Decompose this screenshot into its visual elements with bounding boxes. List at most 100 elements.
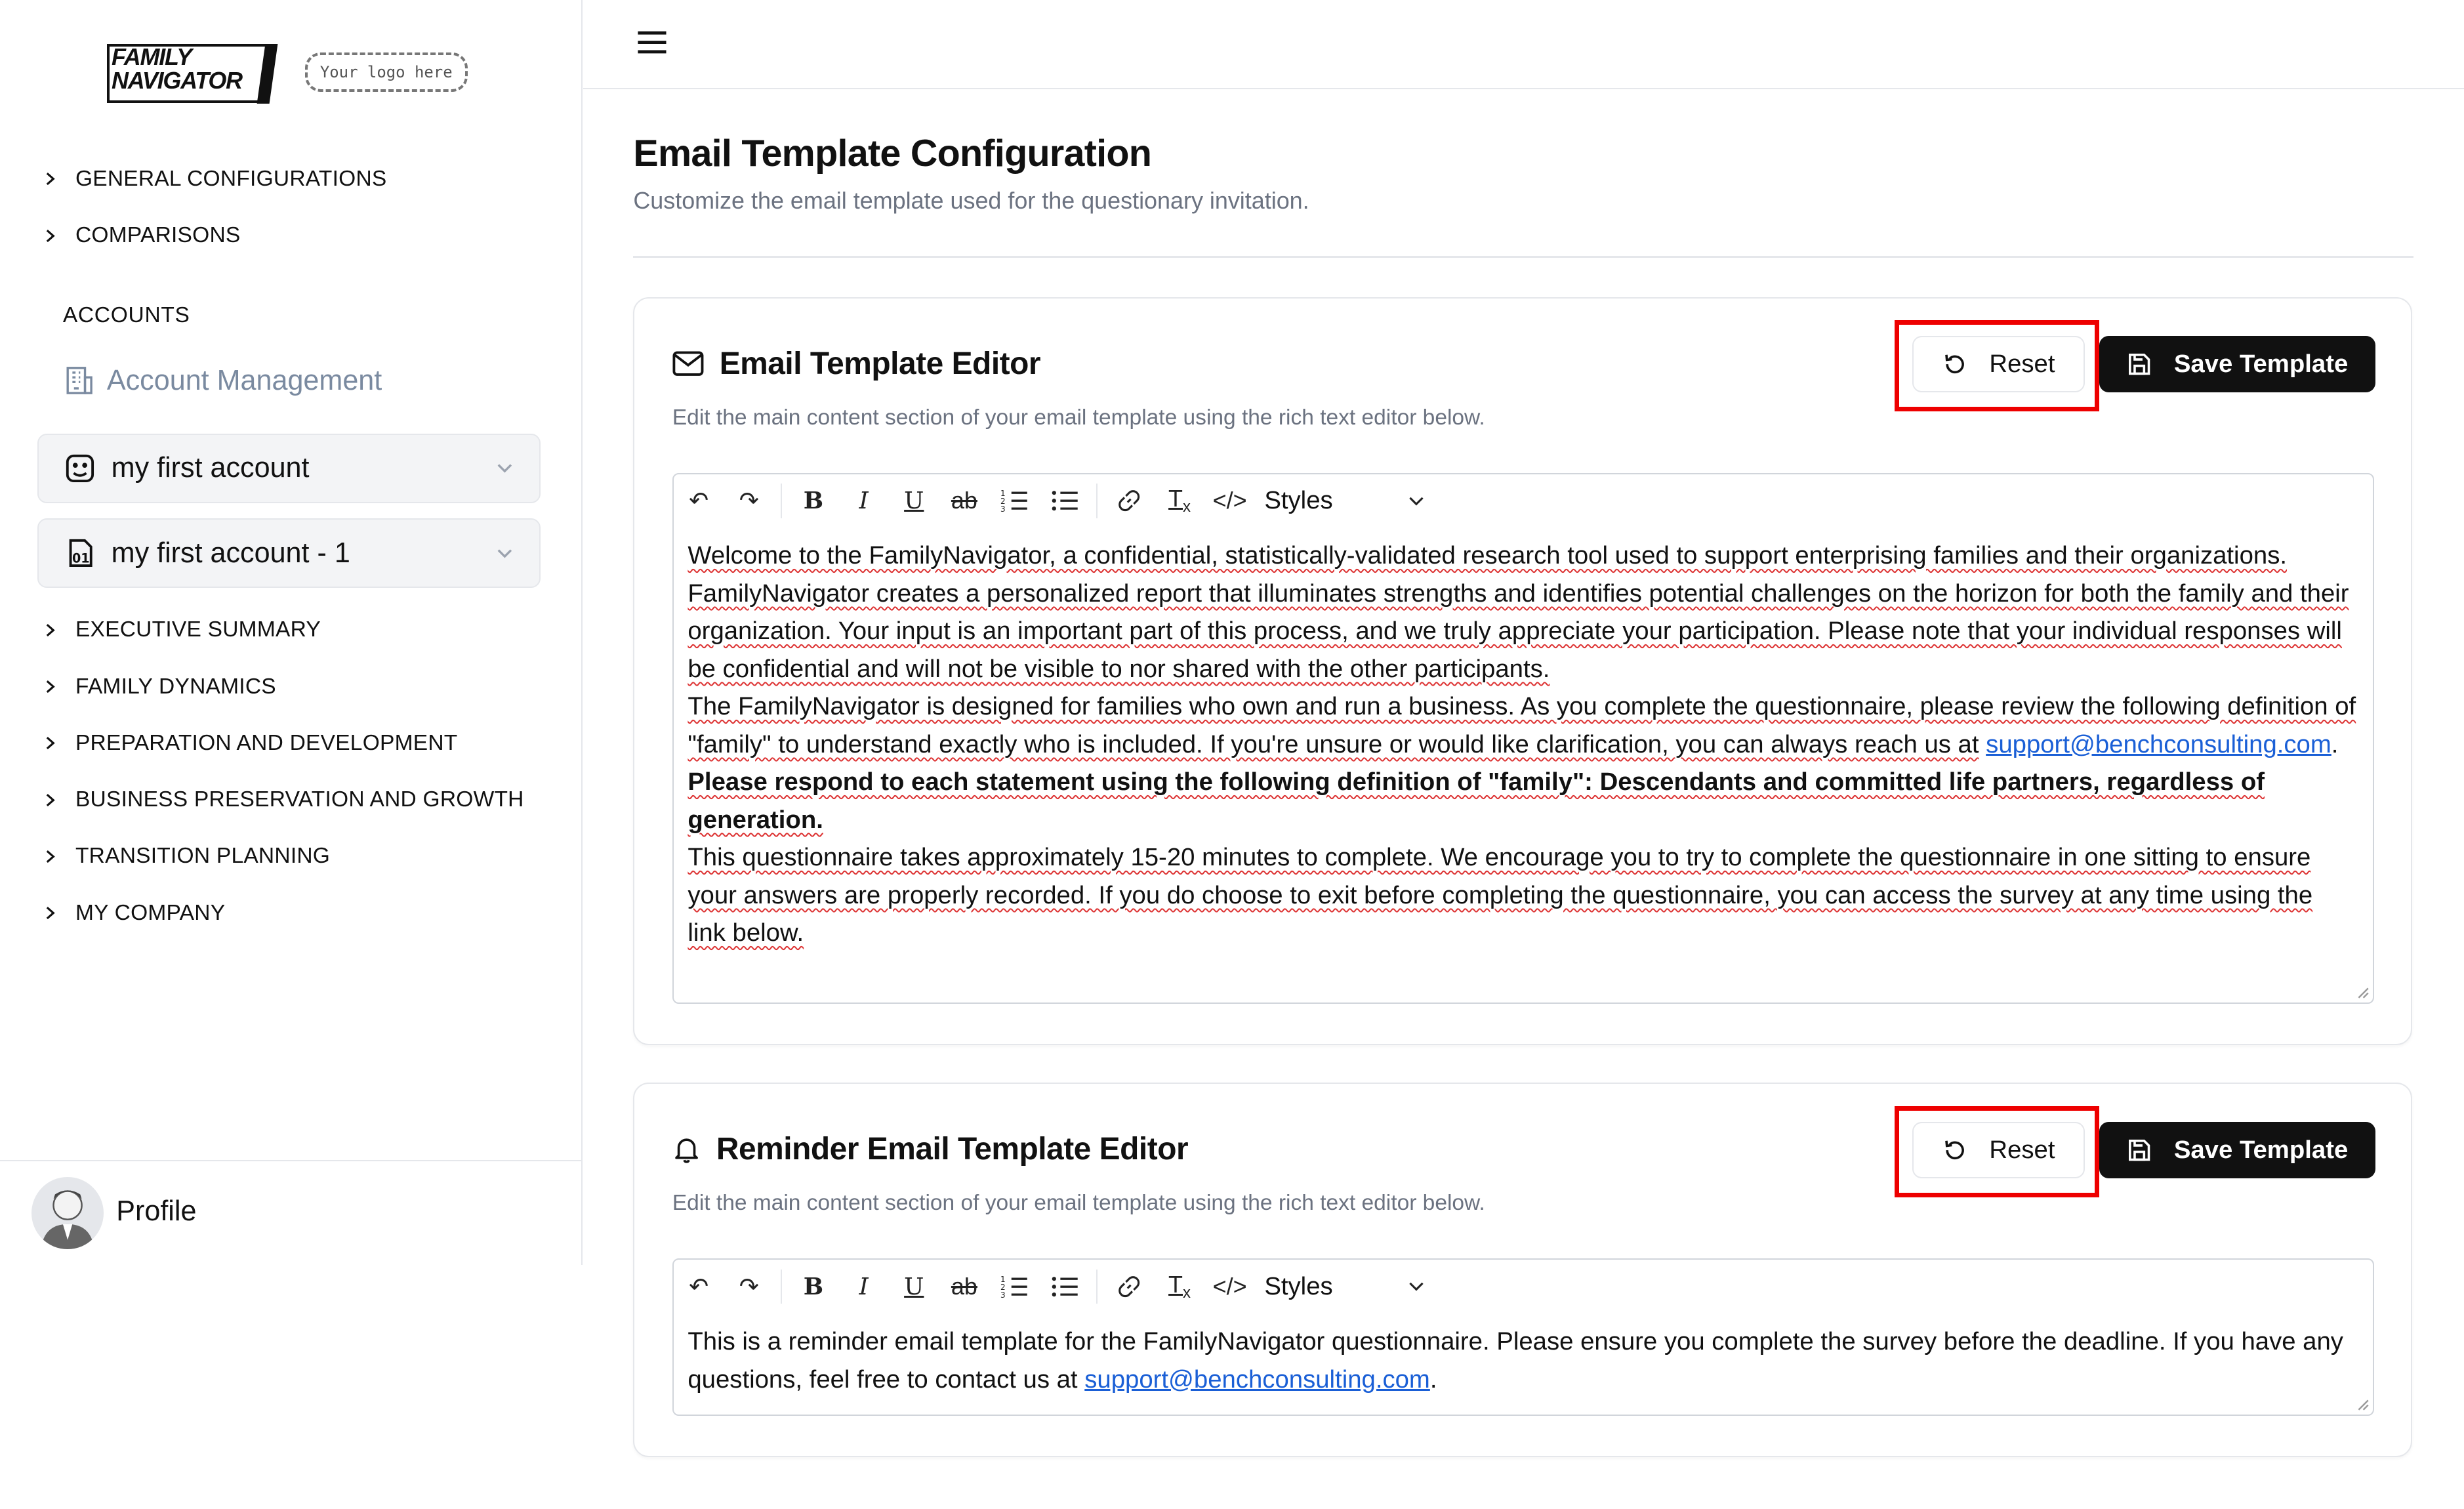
profile-area[interactable]: Profile <box>0 1159 582 1266</box>
ordered-list-button[interactable]: 1 2 3 <box>989 1263 1040 1310</box>
resize-handle-icon[interactable] <box>2357 1399 2370 1411</box>
editor-toolbar: ↶ ↷ B I U ab 1 2 3 Tx </> Styles <box>674 474 2373 527</box>
toolbar-separator <box>780 483 783 518</box>
styles-dropdown[interactable]: Styles <box>1264 1272 1424 1301</box>
account-name: my first account <box>111 452 310 484</box>
editor-text: This is a reminder email template for th… <box>688 1327 2343 1394</box>
editor-content[interactable]: This is a reminder email template for th… <box>688 1323 2357 1398</box>
strikethrough-icon: ab <box>951 1273 977 1300</box>
redo-button[interactable]: ↷ <box>724 1263 774 1310</box>
svg-text:3: 3 <box>1000 505 1006 513</box>
support-email-link[interactable]: support@benchconsulting.com <box>1986 730 2331 758</box>
account-icon <box>66 454 94 482</box>
account-item[interactable]: 01 my first account - 1 <box>37 518 541 588</box>
editor-paragraph: This is a reminder email template for th… <box>688 1327 2343 1394</box>
toolbar-separator <box>780 1269 783 1304</box>
app: FAMILY NAVIGATOR Your logo here GENERAL … <box>0 0 2464 1509</box>
italic-button[interactable]: I <box>838 1263 889 1310</box>
save-label: Save Template <box>2173 1136 2349 1165</box>
chevron-down-icon <box>1408 497 1424 506</box>
undo-button[interactable]: ↶ <box>674 1263 724 1310</box>
nav-business-preservation-and-growth[interactable]: BUSINESS PRESERVATION AND GROWTH <box>44 787 524 812</box>
nav-transition-planning[interactable]: TRANSITION PLANNING <box>44 844 330 869</box>
chevron-right-icon <box>46 680 55 693</box>
ordered-list-icon: 1 2 3 <box>1000 1275 1027 1299</box>
nav-label: TRANSITION PLANNING <box>75 844 331 869</box>
reset-button[interactable]: Reset <box>1912 1121 2085 1179</box>
styles-dropdown[interactable]: Styles <box>1264 486 1424 515</box>
nav-executive-summary[interactable]: EXECUTIVE SUMMARY <box>44 617 321 642</box>
reset-button[interactable]: Reset <box>1912 336 2085 393</box>
bullet-list-button[interactable] <box>1040 1263 1090 1310</box>
code-button[interactable]: </> <box>1204 477 1255 524</box>
editor-content[interactable]: Welcome to the FamilyNavigator, a confid… <box>688 537 2357 951</box>
link-icon <box>1119 490 1140 512</box>
italic-icon: I <box>859 1273 869 1300</box>
rich-text-editor[interactable]: ↶ ↷ B I U ab 1 2 3 <box>672 472 2375 1004</box>
code-icon: </> <box>1212 487 1247 514</box>
undo-icon: ↶ <box>689 1273 709 1300</box>
reset-label: Reset <box>1989 1136 2055 1165</box>
sidebar: FAMILY NAVIGATOR Your logo here GENERAL … <box>0 0 583 1266</box>
nav-family-dynamics[interactable]: FAMILY DYNAMICS <box>44 674 276 699</box>
nav-comparisons[interactable]: COMPARISONS <box>44 223 240 248</box>
chevron-down-icon <box>497 549 512 558</box>
nav-label: COMPARISONS <box>75 223 241 248</box>
family-navigator-logo[interactable]: FAMILY NAVIGATOR <box>106 44 278 104</box>
menu-icon[interactable] <box>636 28 668 56</box>
styles-label: Styles <box>1264 1272 1333 1301</box>
underline-icon: U <box>904 1273 924 1300</box>
logo-text-line2: NAVIGATOR <box>112 67 243 94</box>
reminder-email-template-card: Reminder Email Template Editor Edit the … <box>633 1083 2412 1457</box>
underline-button[interactable]: U <box>889 477 939 524</box>
link-button[interactable] <box>1104 477 1155 524</box>
chevron-right-icon <box>46 173 55 186</box>
clear-format-button[interactable]: Tx <box>1155 1263 1205 1310</box>
nav-label: BUSINESS PRESERVATION AND GROWTH <box>75 787 524 812</box>
link-icon <box>1119 1276 1140 1297</box>
bold-button[interactable]: B <box>789 1263 839 1310</box>
nav-label: MY COMPANY <box>75 900 226 925</box>
underline-button[interactable]: U <box>889 1263 939 1310</box>
chevron-right-icon <box>46 907 55 920</box>
account-item[interactable]: my first account <box>37 434 541 503</box>
redo-icon: ↷ <box>739 1273 759 1300</box>
undo-button[interactable]: ↶ <box>674 477 724 524</box>
italic-button[interactable]: I <box>838 477 889 524</box>
clear-format-icon: Tx <box>1168 1270 1191 1302</box>
nav-preparation-and-development[interactable]: PREPARATION AND DEVELOPMENT <box>44 731 457 756</box>
link-button[interactable] <box>1104 1263 1155 1310</box>
underline-icon: U <box>904 487 924 514</box>
card-title-text: Email Template Editor <box>719 346 1041 381</box>
chevron-right-icon <box>46 623 55 636</box>
ordered-list-button[interactable]: 1 2 3 <box>989 477 1040 524</box>
bold-button[interactable]: B <box>789 477 839 524</box>
custom-logo-placeholder[interactable]: Your logo here <box>304 52 468 93</box>
account-management-label: Account Management <box>106 364 382 396</box>
save-template-button[interactable]: Save Template <box>2099 1121 2376 1179</box>
support-email-link[interactable]: support@benchconsulting.com <box>1084 1365 1430 1394</box>
bullet-list-button[interactable] <box>1040 477 1090 524</box>
strikethrough-button[interactable]: ab <box>939 477 990 524</box>
card-title: Reminder Email Template Editor <box>672 1131 1189 1167</box>
svg-text:3: 3 <box>1000 1291 1006 1299</box>
nav-my-company[interactable]: MY COMPANY <box>44 901 225 926</box>
bold-icon: B <box>803 487 824 515</box>
rich-text-editor[interactable]: ↶ ↷ B I U ab 1 2 3 <box>672 1258 2375 1416</box>
clear-format-icon: Tx <box>1168 485 1191 516</box>
code-button[interactable]: </> <box>1204 1263 1255 1310</box>
account-management-link[interactable]: Account Management <box>63 365 382 397</box>
nav-general-configurations[interactable]: GENERAL CONFIGURATIONS <box>44 167 386 192</box>
save-template-button[interactable]: Save Template <box>2099 336 2376 393</box>
resize-handle-icon[interactable] <box>2357 987 2370 999</box>
clear-format-button[interactable]: Tx <box>1155 477 1205 524</box>
page-title: Email Template Configuration <box>633 133 1152 175</box>
profile-label[interactable]: Profile <box>116 1195 196 1228</box>
save-icon <box>2128 1139 2150 1161</box>
mail-icon <box>672 351 704 376</box>
redo-button[interactable]: ↷ <box>724 477 774 524</box>
chevron-down-icon <box>497 464 512 473</box>
accounts-section-label: ACCOUNTS <box>62 303 190 328</box>
avatar[interactable] <box>31 1176 104 1249</box>
strikethrough-button[interactable]: ab <box>939 1263 990 1310</box>
